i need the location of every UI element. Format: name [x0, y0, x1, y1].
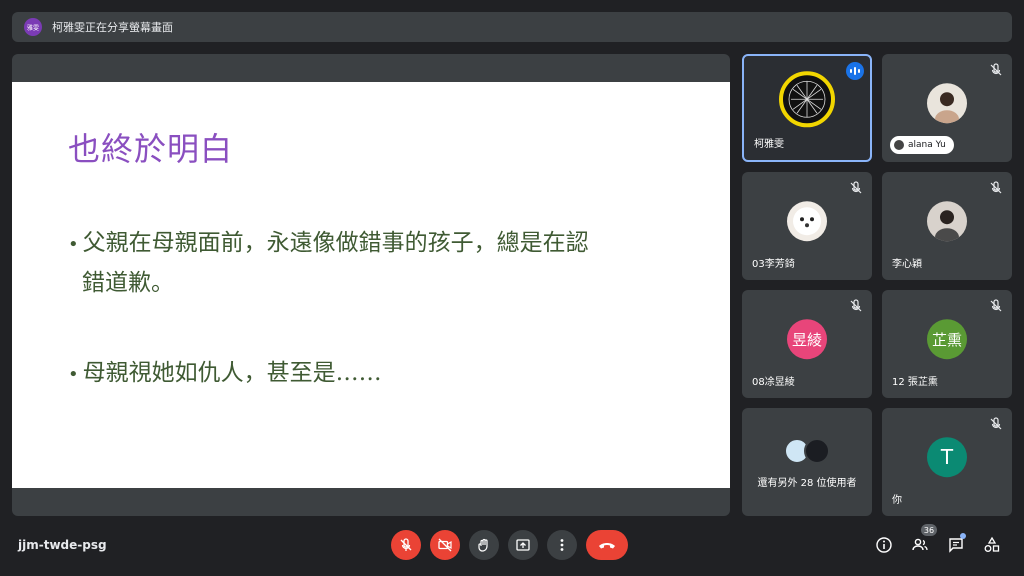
info-icon	[876, 537, 892, 553]
mic-off-icon	[990, 417, 1002, 430]
more-participants-avatars	[784, 438, 830, 464]
more-options-button[interactable]	[547, 530, 577, 560]
participant-tile-self[interactable]: T 你	[882, 408, 1012, 516]
people-count-badge: 36	[921, 524, 937, 536]
mic-off-icon	[850, 181, 862, 194]
end-call-icon	[599, 543, 615, 549]
presenter-avatar: 雅雯	[24, 18, 42, 36]
raise-hand-button[interactable]	[469, 530, 499, 560]
participant-avatar	[927, 83, 967, 124]
participant-name: 03李芳錡	[752, 259, 795, 270]
participant-avatar: 芷熏	[927, 319, 967, 360]
participant-name: 你	[892, 495, 902, 506]
mic-off-icon	[990, 63, 1002, 76]
participant-name: 12 張芷熏	[892, 377, 938, 388]
bullet-text: 父親在母親面前，永遠像做錯事的孩子，總是在認	[82, 230, 589, 256]
participant-name: 李心穎	[892, 259, 922, 270]
present-icon	[516, 539, 530, 551]
presenting-text: 柯雅雯正在分享螢幕畫面	[52, 21, 173, 34]
participant-avatar	[927, 201, 967, 242]
bullet-text: 母親視她如仇人，甚至是……	[82, 360, 382, 386]
participant-tile-alana[interactable]: alana Yu	[882, 54, 1012, 162]
mic-toggle-button[interactable]	[391, 530, 421, 560]
participant-tile[interactable]: 昱綾 08凃昱綾	[742, 290, 872, 398]
people-button[interactable]	[909, 534, 931, 556]
mic-off-icon	[850, 299, 862, 312]
camera-toggle-button[interactable]	[430, 530, 460, 560]
more-options-icon	[560, 539, 564, 551]
present-button[interactable]	[508, 530, 538, 560]
speaker-avatar	[779, 71, 835, 128]
name-pill: alana Yu	[890, 136, 954, 154]
slide: 也終於明白 • 父親在母親面前，永遠像做錯事的孩子，總是在認 錯道歉。 • 母親視她…	[12, 82, 730, 488]
participant-tile[interactable]: 03李芳錡	[742, 172, 872, 280]
bullet-text-continued: 錯道歉。	[82, 270, 174, 296]
slide-bullet: • 父親在母親面前，永遠像做錯事的孩子，總是在認 錯道歉。	[68, 224, 688, 302]
activities-button[interactable]	[981, 534, 1003, 556]
participant-name: 柯雅雯	[754, 139, 784, 150]
participant-avatar	[787, 201, 827, 242]
activities-icon	[984, 536, 1000, 552]
meeting-info-button[interactable]	[873, 534, 895, 556]
presenting-banner: 雅雯 柯雅雯正在分享螢幕畫面	[12, 12, 1012, 42]
mic-off-icon	[400, 538, 412, 551]
camera-off-icon	[438, 538, 452, 552]
participant-tile[interactable]: 李心穎	[882, 172, 1012, 280]
people-icon	[912, 538, 928, 551]
participant-tile[interactable]: 芷熏 12 張芷熏	[882, 290, 1012, 398]
participant-name: 08凃昱綾	[752, 377, 795, 388]
more-participants-text: 還有另外 28 位使用者	[757, 478, 857, 489]
presentation-stage: 也終於明白 • 父親在母親面前，永遠像做錯事的孩子，總是在認 錯道歉。 • 母親視她…	[12, 54, 730, 516]
participant-avatar: 昱綾	[787, 319, 827, 360]
mic-off-icon	[990, 299, 1002, 312]
end-call-button[interactable]	[586, 530, 628, 560]
participant-avatar: T	[927, 437, 967, 478]
mic-off-icon	[990, 181, 1002, 194]
pin-icon	[894, 140, 904, 150]
participant-tile-speaker[interactable]: 柯雅雯	[742, 54, 872, 162]
meeting-code: jjm-twde-psg	[18, 538, 107, 552]
slide-title: 也終於明白	[68, 130, 234, 168]
slide-bullet: • 母親視她如仇人，甚至是……	[68, 360, 382, 386]
unread-dot	[960, 533, 966, 539]
more-participants-tile[interactable]: 還有另外 28 位使用者	[742, 408, 872, 516]
speaking-indicator-icon	[846, 62, 864, 80]
raise-hand-icon	[478, 538, 488, 552]
